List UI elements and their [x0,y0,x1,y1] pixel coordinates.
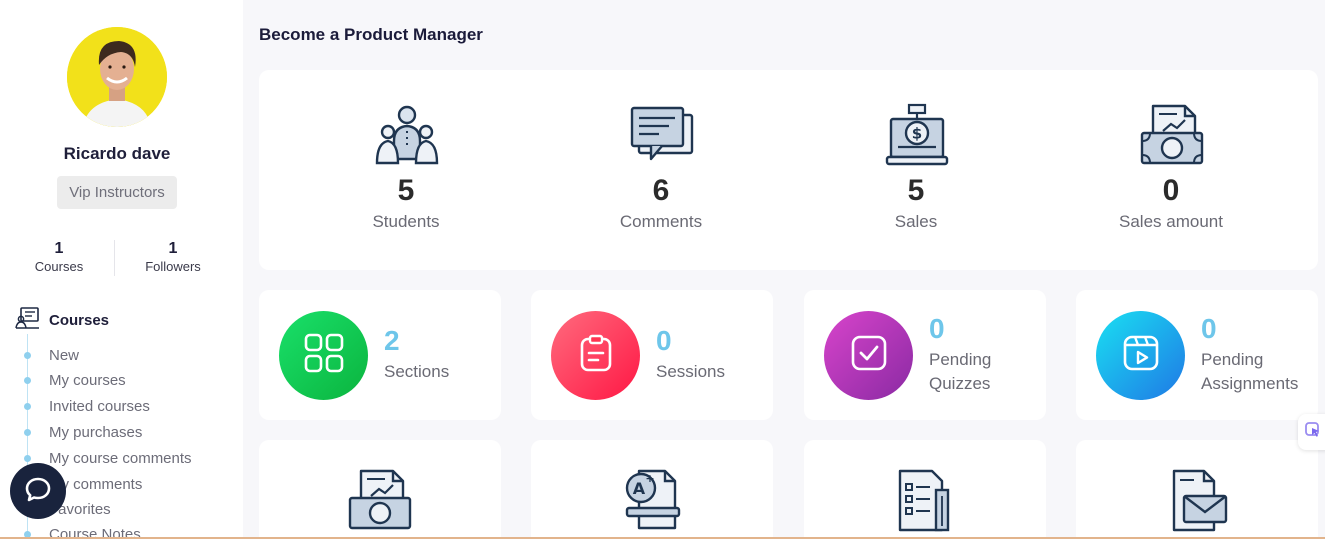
students-icon [374,103,440,169]
chat-button[interactable] [10,463,66,519]
svg-text:A: A [633,479,646,498]
followers-count: 1 [168,240,178,257]
comments-label: Comments [619,212,703,231]
menu-courses-label: Courses [49,312,110,329]
menu-item-label: My purchases [49,424,143,441]
avatar[interactable] [67,27,167,127]
svg-text:$: $ [912,125,922,143]
sales-amount-icon [1139,103,1205,169]
followers-label: Followers [145,259,201,274]
overview-stats-card: 5 Students 6 Comments $ 5 Sales 0 Sales … [259,70,1318,270]
assignments-label-line2: Assignments [1201,374,1299,393]
quizzes-label-line2: Quizzes [929,374,991,393]
role-badge: Vip Instructors [57,176,177,209]
sessions-card[interactable]: 0 Sessions [531,290,773,420]
sections-badge [279,311,368,400]
courses-count: 1 [54,240,64,257]
pending-assignments-card[interactable]: 0 Pending Assignments [1076,290,1318,420]
sidebar: Ricardo dave Vip Instructors 1 Courses 1… [0,0,243,539]
user-name: Ricardo dave [63,144,171,163]
bottom-card-3[interactable] [804,440,1046,539]
floating-widget-tab[interactable] [1298,414,1325,450]
menu-item-new[interactable]: New [0,346,243,366]
menu-item-label: New [49,347,80,364]
menu-dot [24,352,31,359]
menu-dot [24,429,31,436]
page-title: Become a Product Manager [259,25,483,44]
sales-stat: $ 5 Sales [816,70,1016,270]
stat-divider [114,240,115,276]
sections-card[interactable]: 2 Sections [259,290,501,420]
sales-icon: $ [884,103,950,169]
quizzes-label-line1: Pending [929,350,992,369]
menu-item-label: Invited courses [49,398,150,415]
menu-item-label: My course comments [49,450,192,467]
assignments-value: 0 [1201,313,1217,344]
menu-item-my-courses[interactable]: My courses [0,371,243,391]
clipboard-icon [576,333,616,378]
mail-document-icon [1164,468,1230,534]
assignments-badge [1096,311,1185,400]
menu-dot [24,377,31,384]
menu-item-invited-courses[interactable]: Invited courses [0,397,243,417]
sales-label: Sales [894,212,938,231]
courses-label: Courses [34,259,84,274]
sales-amount-value: 0 [1162,174,1180,207]
sales-amount-label: Sales amount [1119,212,1223,231]
pointer-icon [1304,421,1322,444]
quizzes-badge [824,311,913,400]
bottom-card-1[interactable] [259,440,501,539]
money-report-icon [347,468,413,534]
check-square-icon [849,333,889,378]
students-value: 5 [397,174,415,207]
quizzes-value: 0 [929,313,945,344]
sessions-badge [551,311,640,400]
course-board-icon [15,307,40,334]
menu-item-my-purchases[interactable]: My purchases [0,423,243,443]
sales-amount-stat: 0 Sales amount [1071,70,1271,270]
sessions-value: 0 [656,325,672,356]
checklist-icon [892,468,958,534]
svg-text:+: + [645,472,654,485]
sections-label: Sections [384,362,450,381]
comments-value: 6 [652,174,670,207]
assignments-label-line1: Pending [1201,350,1264,369]
menu-dot [24,403,31,410]
menu-dot [24,455,31,462]
pending-quizzes-card[interactable]: 0 Pending Quizzes [804,290,1046,420]
comments-stat: 6 Comments [561,70,761,270]
grid-icon [303,332,345,379]
sessions-label: Sessions [656,362,725,381]
followers-stat: 1 Followers [133,240,213,274]
sales-value: 5 [907,174,925,207]
video-icon [1121,333,1161,378]
students-stat: 5 Students [306,70,506,270]
bottom-card-2[interactable]: A + [531,440,773,539]
sections-value: 2 [384,325,400,356]
menu-courses-heading[interactable]: Courses [15,307,109,334]
bottom-card-4[interactable] [1076,440,1318,539]
grade-certificate-icon: A + [619,468,685,534]
students-label: Students [372,212,440,231]
comments-icon [629,103,695,169]
menu-item-label: My courses [49,372,126,389]
courses-stat: 1 Courses [19,240,99,274]
chat-bubble-icon [24,475,52,508]
